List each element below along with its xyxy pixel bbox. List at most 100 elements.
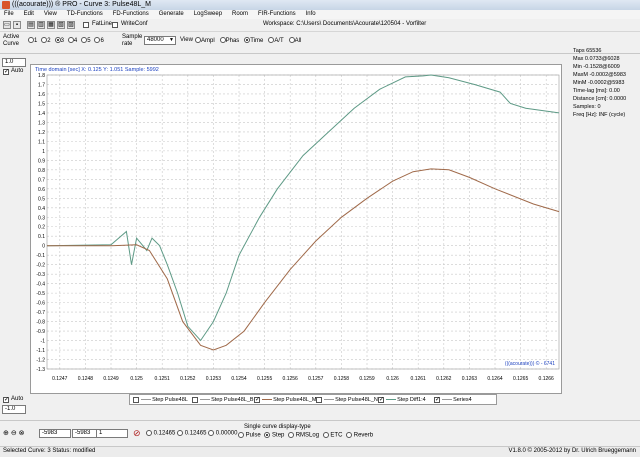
menu-view[interactable]: View — [44, 10, 57, 19]
y-tick-label: 1 — [42, 149, 45, 155]
x-tick-label: 0.126 — [386, 376, 399, 382]
y-tick-label: -0.1 — [36, 253, 45, 259]
y-tick-label: 0.4 — [38, 206, 45, 212]
cursor-step-field[interactable]: 1 — [96, 429, 128, 438]
auto-top-label: Auto — [11, 68, 24, 74]
menu-fir-functions[interactable]: FIR-Functions — [258, 10, 296, 19]
sample-rate-select[interactable]: 48000 ▼ — [144, 36, 176, 45]
chart-area[interactable]: Time domain [sec] X: 0.125 Y: 1.051 Samp… — [30, 64, 562, 394]
info-panel: Taps 65536 Max 0.0733@6028 Min -0.1528@6… — [573, 47, 640, 127]
stop-icon[interactable]: ⊘ — [133, 428, 141, 439]
legend-item[interactable]: Series4 — [434, 396, 472, 405]
range-radio[interactable] — [146, 430, 152, 436]
y-tick-label: 0.9 — [38, 158, 45, 164]
writeconf-label: WriteConf — [121, 21, 148, 27]
auto-bottom-label: Auto — [11, 396, 24, 402]
menu-file[interactable]: File — [4, 10, 14, 19]
x-tick-label: 0.1253 — [206, 376, 222, 382]
divider — [0, 420, 640, 421]
y-tick-label: 1.4 — [38, 111, 45, 117]
y-tick-label: -1.3 — [36, 367, 45, 373]
display-radio-step[interactable] — [264, 432, 271, 438]
display-type-label: Single curve display-type — [244, 424, 311, 430]
display-type-selector: Pulse Step RMSLog ETC Reverb — [238, 432, 373, 439]
zoom-controls: ⊕ ⊖ ⊗ — [3, 429, 25, 437]
y-tick-label: -0.2 — [36, 263, 45, 269]
y-min-input[interactable]: -1.0 — [2, 405, 26, 414]
y-tick-label: -0.6 — [36, 301, 45, 307]
app-icon — [2, 1, 10, 9]
x-tick-label: 0.1261 — [411, 376, 427, 382]
legend-item[interactable]: Step Diff1:4 — [378, 396, 426, 405]
y-tick-label: 0.1 — [38, 234, 45, 240]
save-icon[interactable]: ▪ — [13, 21, 21, 29]
y-tick-label: -0.4 — [36, 282, 45, 288]
zoom-reset-icon[interactable]: ⊗ — [19, 430, 25, 437]
display-radio-etc[interactable] — [322, 432, 329, 438]
info-samples: Samples: 0 — [573, 104, 601, 110]
fatline-checkbox[interactable] — [83, 22, 89, 28]
range-radio[interactable] — [177, 430, 184, 436]
menu-logsweep[interactable]: LogSweep — [194, 10, 222, 19]
chevron-down-icon: ▼ — [169, 37, 174, 43]
sample-rate-label: Sample rate — [122, 34, 143, 47]
display-radio-pulse[interactable] — [238, 432, 244, 438]
cursor-from-field[interactable]: -5983 — [39, 429, 71, 438]
menu-room[interactable]: Room — [232, 10, 248, 19]
zoom-in-icon[interactable]: ⊕ — [3, 430, 9, 437]
y-tick-label: -0.5 — [36, 291, 45, 297]
chart-legend: Step Pulse48L Step Pulse48L_B Step Pulse… — [129, 394, 497, 405]
menu-edit[interactable]: Edit — [24, 10, 34, 19]
info-min: Min -0.1528@6009 — [573, 64, 620, 70]
info-max: Max 0.0733@6028 — [573, 56, 620, 62]
curve-selector: 1 2 3 4 5 6 — [28, 37, 104, 44]
menu-td-functions[interactable]: TD-Functions — [67, 10, 103, 19]
legend-item[interactable]: Step Pulse48L — [133, 396, 188, 405]
paste-icon[interactable]: ▥ — [37, 21, 45, 29]
open-icon[interactable]: ▭ — [3, 21, 11, 29]
watermark: (((acourate))) © - 6741 — [504, 361, 555, 367]
y-tick-label: 0.2 — [38, 225, 45, 231]
toolbar: ▭ ▪ ▤ ▥ ▦ ▧ ▨ FatLine WriteConf Workspac… — [0, 19, 640, 32]
menu-bar: File Edit View TD-Functions FD-Functions… — [0, 10, 640, 19]
writeconf-checkbox[interactable] — [112, 22, 118, 28]
y-tick-label: 0.3 — [38, 215, 45, 221]
x-tick-label: 0.1256 — [283, 376, 299, 382]
x-tick-label: 0.1262 — [436, 376, 452, 382]
display-radio-rmslog[interactable] — [288, 432, 295, 438]
y-tick-label: 1.8 — [38, 73, 45, 79]
clear-icon[interactable]: ▦ — [47, 21, 55, 29]
curve-icon[interactable]: ▨ — [67, 21, 75, 29]
y-tick-label: -0.3 — [36, 272, 45, 278]
legend-item[interactable]: Step Pulse48L_M — [254, 396, 316, 405]
x-tick-label: 0.1257 — [308, 376, 324, 382]
auto-top-checkbox[interactable] — [3, 69, 9, 75]
y-tick-label: -0.9 — [36, 329, 45, 335]
status-text: Selected Curve: 3 Status: modified — [3, 448, 96, 454]
menu-fd-functions[interactable]: FD-Functions — [113, 10, 149, 19]
status-bar: Selected Curve: 3 Status: modified V1.8.… — [0, 446, 640, 457]
window-title: (((acourate))) ® PRO - Curve 3: Pulse48L… — [12, 1, 151, 8]
copy-icon[interactable]: ▤ — [27, 21, 35, 29]
y-tick-label: 0.7 — [38, 177, 45, 183]
y-tick-label: 1.2 — [38, 130, 45, 136]
menu-info[interactable]: Info — [306, 10, 316, 19]
series-line — [47, 168, 560, 351]
range-radio[interactable] — [208, 430, 215, 436]
y-tick-label: -1.1 — [36, 348, 45, 354]
y-max-input[interactable]: 1.0 — [2, 58, 26, 67]
legend-item[interactable]: Step Pulse48L_N — [316, 396, 378, 405]
x-tick-label: 0.1252 — [180, 376, 196, 382]
version-text: V1.8.0 © 2005-2012 by Dr. Ulrich Bruegge… — [508, 448, 637, 454]
y-tick-label: 0 — [42, 244, 45, 250]
x-tick-label: 0.1247 — [52, 376, 68, 382]
zoom-out-icon[interactable]: ⊖ — [11, 430, 17, 437]
auto-bottom-checkbox[interactable] — [3, 397, 9, 403]
menu-generate[interactable]: Generate — [159, 10, 184, 19]
active-curve-label: Active Curve — [3, 34, 20, 47]
swap-icon[interactable]: ▧ — [57, 21, 65, 29]
x-tick-label: 0.1248 — [78, 376, 94, 382]
legend-item[interactable]: Step Pulse48L_B — [192, 396, 254, 405]
display-radio-reverb[interactable] — [346, 432, 353, 438]
info-time-lag: Time-lag [ms]: 0.00 — [573, 88, 620, 94]
